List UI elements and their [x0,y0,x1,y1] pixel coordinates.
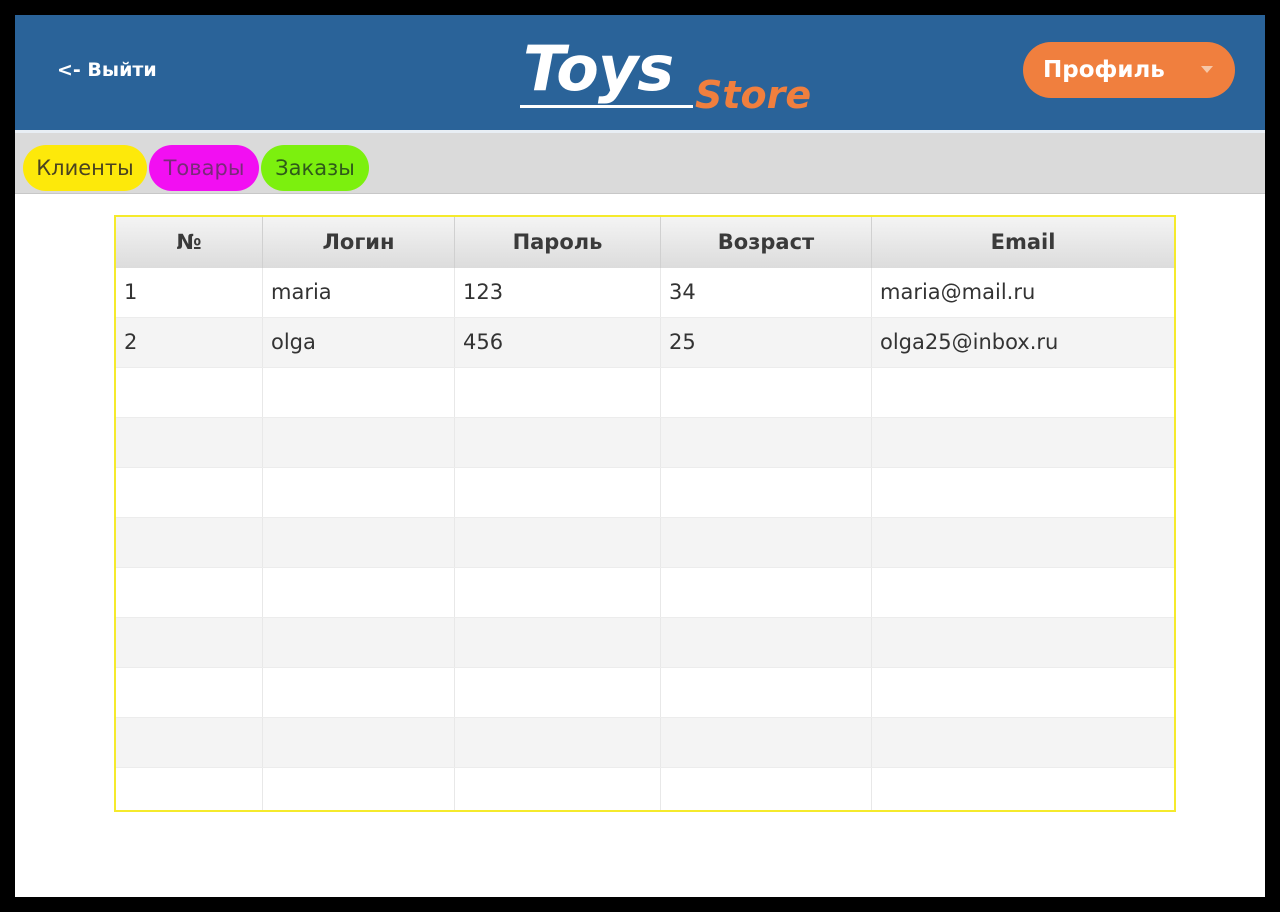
table-row[interactable] [116,468,1174,518]
cell-number: 1 [116,268,263,317]
cell-number [116,418,263,467]
cell-password [455,468,661,517]
table-row[interactable] [116,618,1174,668]
table-row[interactable] [116,518,1174,568]
column-header-email[interactable]: Email [872,217,1174,268]
logout-button[interactable]: <- Выйти [57,59,157,81]
column-header-number[interactable]: № [116,217,263,268]
cell-age [661,668,872,717]
cell-login [263,468,455,517]
cell-login [263,418,455,467]
cell-password: 456 [455,318,661,367]
logo-underline [520,105,693,108]
cell-password [455,668,661,717]
cell-password [455,568,661,617]
cell-login [263,618,455,667]
column-header-login[interactable]: Логин [263,217,455,268]
cell-password: 123 [455,268,661,317]
clients-table[interactable]: № Логин Пароль Возраст Email 1 maria 123 34… [114,215,1176,812]
cell-password [455,418,661,467]
cell-age [661,768,872,810]
cell-number [116,618,263,667]
app-window: <- Выйти Toys Store Профиль Клиенты Това… [15,15,1265,897]
cell-password [455,518,661,567]
header-edge [1174,217,1176,268]
profile-label: Профиль [1043,57,1165,83]
cell-login [263,568,455,617]
cell-login [263,368,455,417]
cell-age [661,568,872,617]
profile-dropdown-button[interactable]: Профиль [1023,42,1235,98]
cell-age: 34 [661,268,872,317]
table-row[interactable]: 1 maria 123 34 maria@mail.ru [116,268,1174,318]
cell-password [455,618,661,667]
cell-age [661,468,872,517]
cell-login [263,668,455,717]
cell-number [116,518,263,567]
chevron-down-icon [1201,66,1213,73]
cell-number [116,718,263,767]
logo-sub-text: Store [695,73,812,117]
cell-login: olga [263,318,455,367]
app-logo: Toys Store [520,32,840,117]
cell-number [116,368,263,417]
column-header-age[interactable]: Возраст [661,217,872,268]
cell-login [263,718,455,767]
cell-number [116,568,263,617]
cell-email [872,418,1174,467]
table-row[interactable] [116,768,1174,810]
cell-email [872,718,1174,767]
table-row[interactable] [116,368,1174,418]
cell-email [872,368,1174,417]
tab-goods[interactable]: Товары [149,145,259,191]
cell-number [116,468,263,517]
cell-number [116,668,263,717]
cell-email [872,568,1174,617]
cell-email [872,668,1174,717]
cell-number: 2 [116,318,263,367]
cell-email: olga25@inbox.ru [880,330,1059,354]
table-row[interactable] [116,418,1174,468]
cell-email [872,468,1174,517]
cell-number [116,768,263,810]
cell-email: maria@mail.ru [880,280,1036,304]
table-header: № Логин Пароль Возраст Email [116,217,1174,269]
cell-email [872,518,1174,567]
cell-password [455,768,661,810]
cell-password [455,718,661,767]
column-header-password[interactable]: Пароль [455,217,661,268]
tab-orders[interactable]: Заказы [261,145,369,191]
table-row[interactable] [116,668,1174,718]
cell-age [661,518,872,567]
cell-email [872,618,1174,667]
cell-login [263,518,455,567]
table-row[interactable] [116,568,1174,618]
cell-login [263,768,455,810]
cell-login: maria [263,268,455,317]
cell-password [455,368,661,417]
cell-age [661,368,872,417]
tab-bar: Клиенты Товары Заказы [15,133,1265,194]
cell-age [661,718,872,767]
table-row[interactable] [116,718,1174,768]
cell-email [872,768,1174,810]
cell-age: 25 [661,318,872,367]
logo-main-text: Toys [523,32,674,105]
header-bar: <- Выйти Toys Store Профиль [15,15,1265,130]
cell-age [661,418,872,467]
cell-age [661,618,872,667]
tab-clients[interactable]: Клиенты [23,145,147,191]
table-row[interactable]: 2 olga 456 25 olga25@inbox.ru [116,318,1174,368]
